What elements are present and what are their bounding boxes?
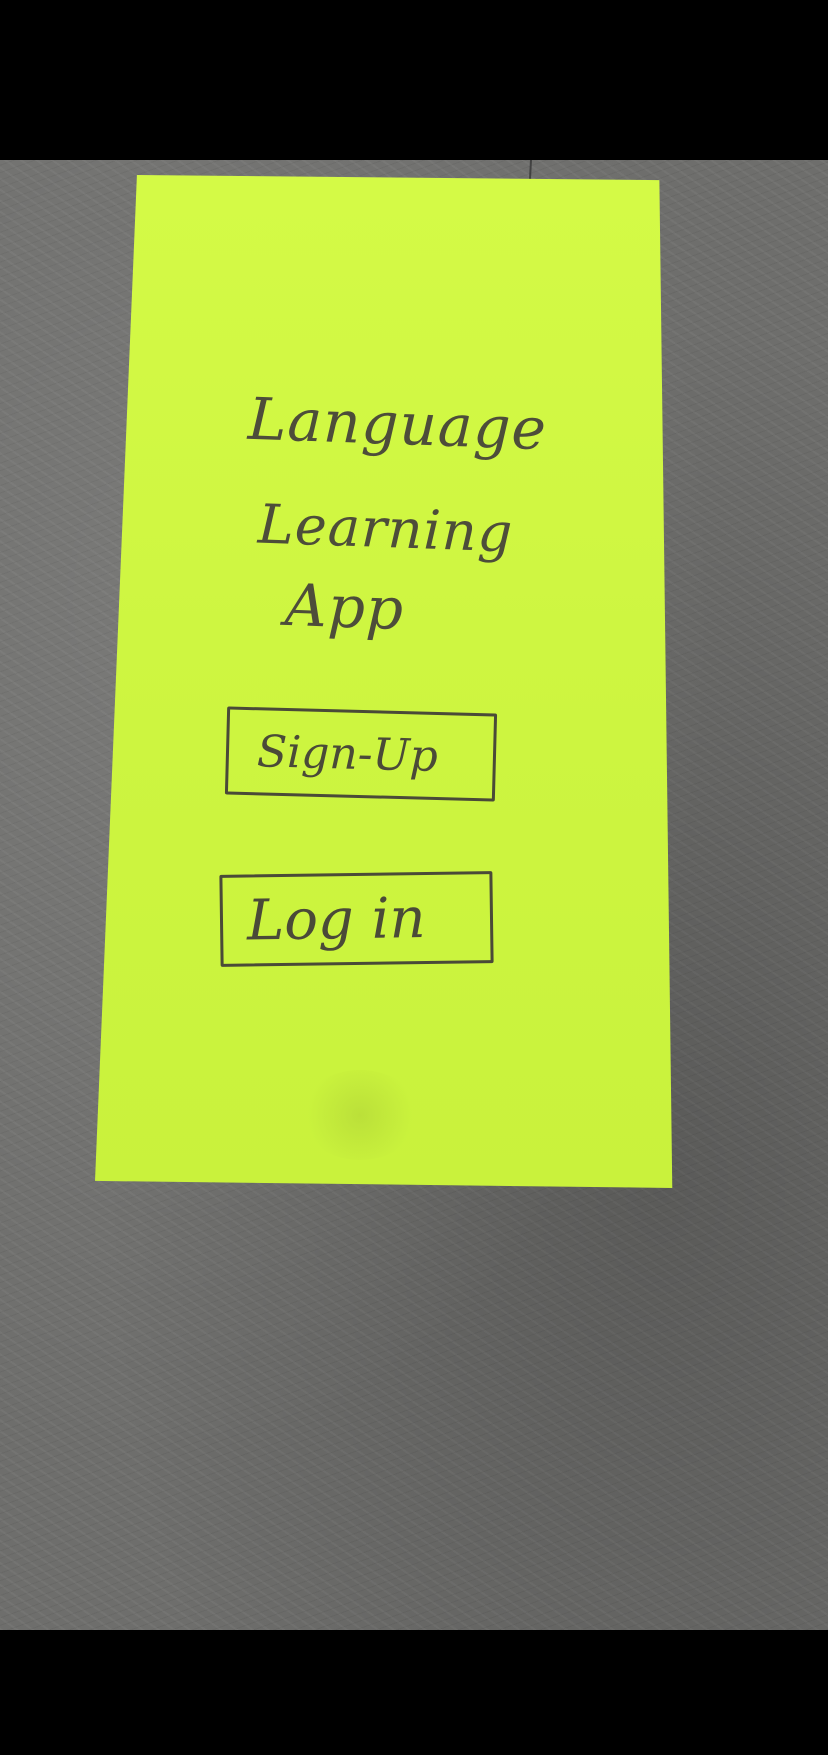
sign-up-button-label: Sign-Up (256, 725, 439, 782)
log-in-button-label: Log in (246, 885, 426, 954)
log-in-button[interactable]: Log in (219, 871, 494, 967)
photo-frame: Language Learning App Sign-Up Log in (0, 0, 828, 1755)
paper-prototype-screen (95, 175, 673, 1188)
sign-up-button[interactable]: Sign-Up (224, 706, 498, 802)
